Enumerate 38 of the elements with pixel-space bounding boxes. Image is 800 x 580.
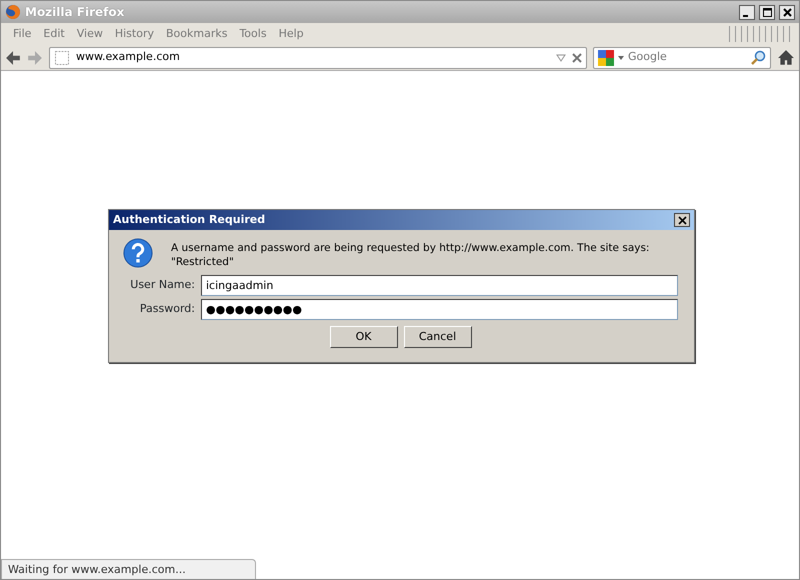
question-icon	[123, 238, 153, 268]
minimize-button[interactable]	[739, 4, 755, 20]
status-bar: Waiting for www.example.com...	[1, 559, 256, 579]
menu-item[interactable]: Edit	[37, 26, 71, 42]
home-icon[interactable]	[777, 48, 795, 66]
search-engine-icon[interactable]	[598, 50, 614, 66]
maximize-icon	[762, 6, 772, 18]
dropdown-icon[interactable]	[556, 54, 566, 62]
close-icon	[782, 6, 792, 18]
search-icon[interactable]	[750, 50, 766, 66]
menu-item[interactable]: File	[7, 26, 38, 42]
close-icon[interactable]	[572, 52, 582, 62]
field-label: Password:	[138, 301, 195, 318]
menu-item[interactable]: Bookmarks	[160, 26, 234, 42]
password-field[interactable]: ●●●●●●●●●●	[201, 299, 678, 320]
field-label: User Name:	[129, 277, 195, 294]
site-identity-icon	[54, 50, 70, 66]
caret-icon[interactable]	[618, 56, 624, 60]
dialog-title: Authentication Required	[113, 212, 266, 228]
close-button[interactable]	[674, 213, 690, 227]
menu-item[interactable]: History	[108, 26, 160, 42]
address-bar[interactable]: www.example.com	[49, 46, 587, 68]
menu-item[interactable]: View	[70, 26, 109, 42]
dialog-message: A username and password are being requested by http://www.example.com. The site says: "Restricted"	[171, 241, 650, 269]
minimize-icon	[743, 15, 748, 17]
toolbar-grip	[729, 26, 793, 42]
maximize-button[interactable]	[759, 4, 775, 20]
browser-logo-icon	[5, 4, 21, 20]
close-icon	[678, 216, 686, 224]
back-icon[interactable]	[5, 50, 21, 66]
cancel-button[interactable]: Cancel	[404, 326, 472, 348]
menu-item[interactable]: Tools	[233, 26, 273, 42]
close-button[interactable]	[779, 4, 795, 20]
search-bar[interactable]: Google	[593, 46, 771, 68]
menu-item[interactable]: Help	[272, 26, 310, 42]
window-title: Mozilla Firefox	[25, 4, 124, 21]
username-field[interactable]: icingaadmin	[201, 275, 678, 296]
ok-button[interactable]: OK	[330, 326, 398, 348]
